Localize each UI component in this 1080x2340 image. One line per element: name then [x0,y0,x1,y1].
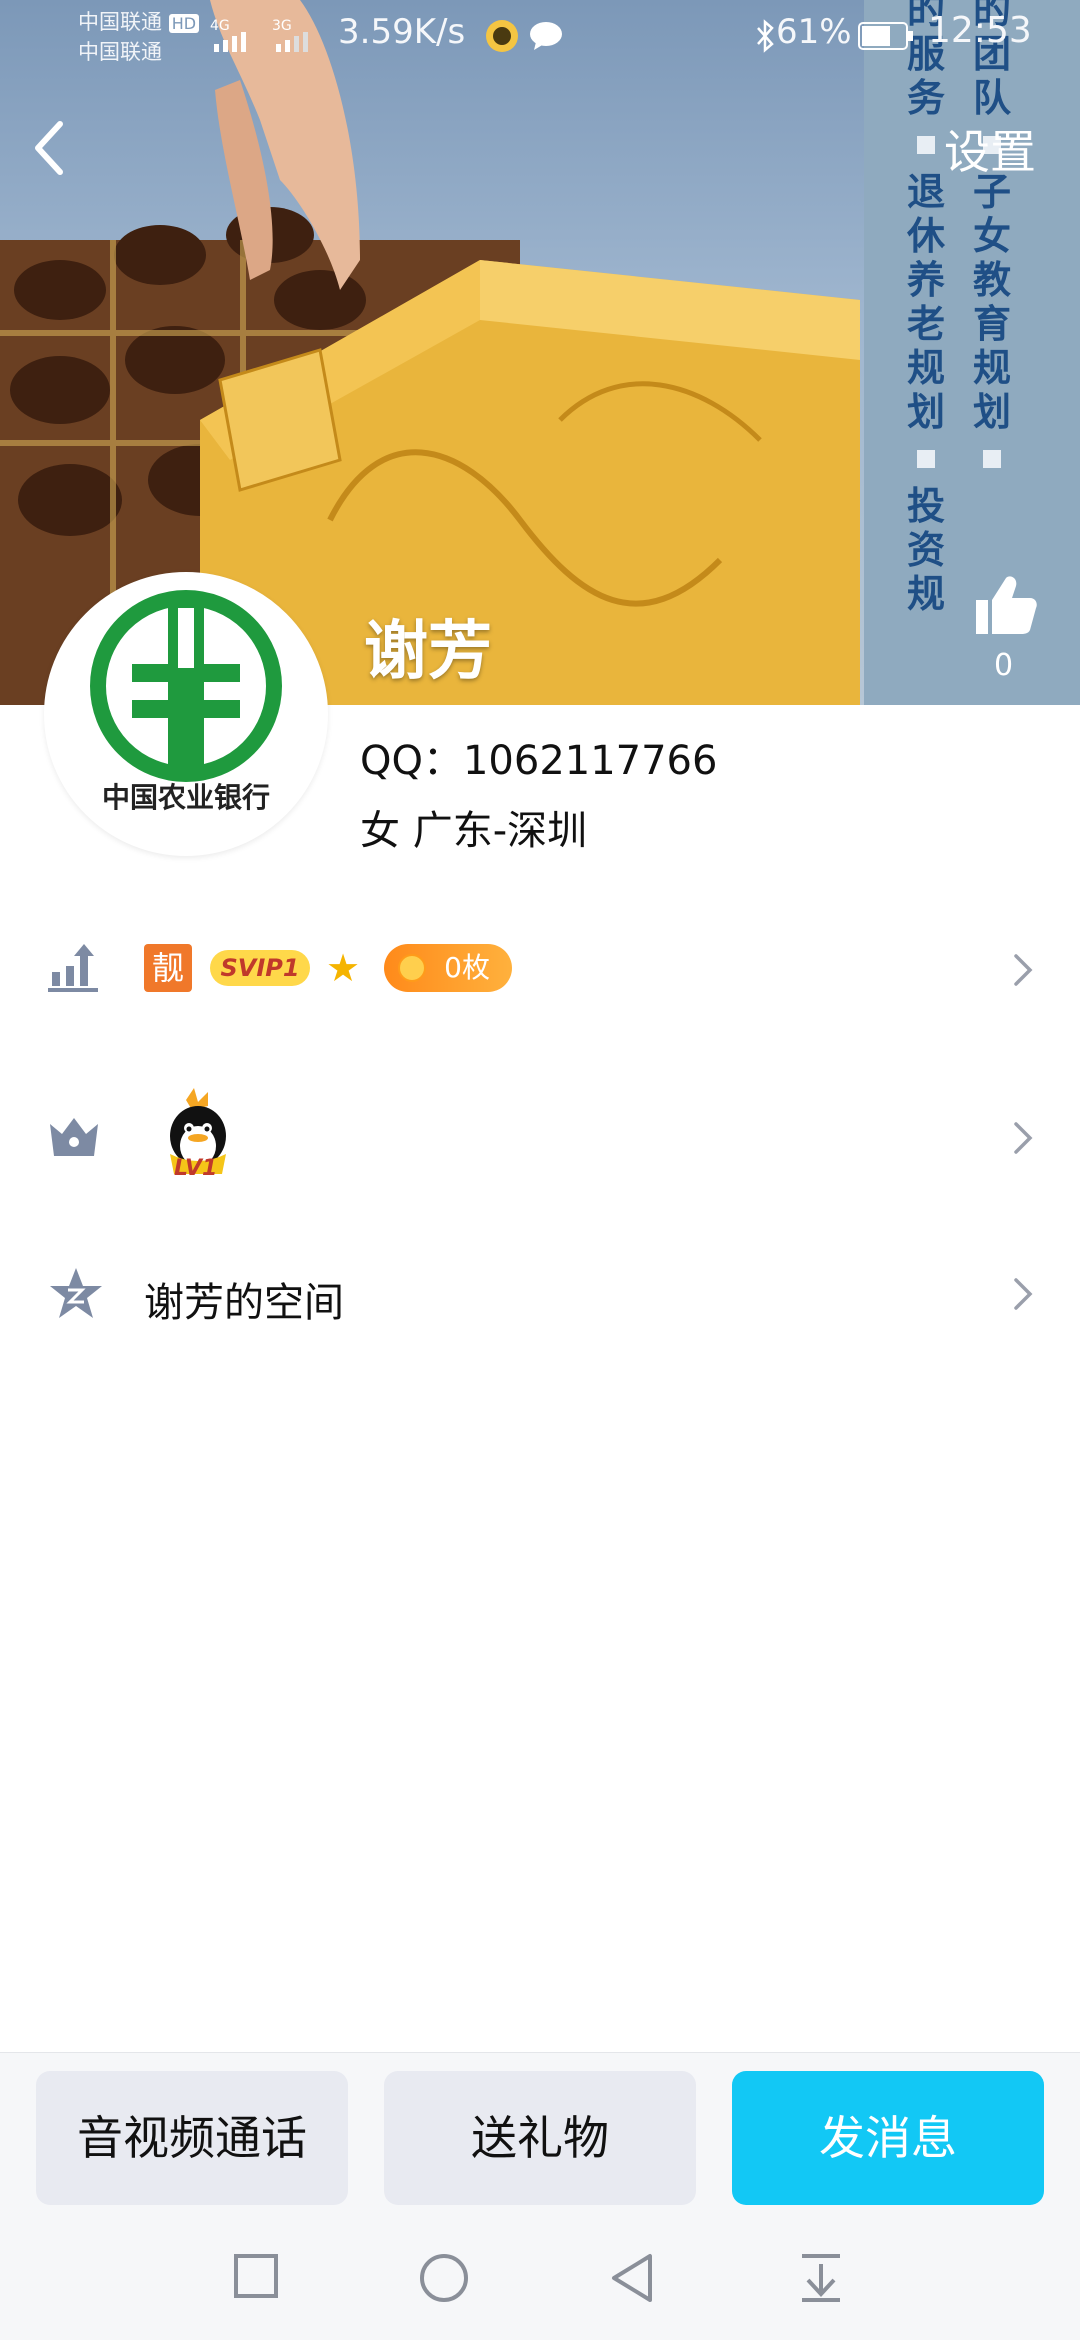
battery-percent: 61% [776,12,852,52]
qzone-label: 谢芳的空间 [144,1280,344,1326]
banner-column-1: 的服务 退休养老规划 投资规 [896,0,956,616]
status-bar: 中国联通 HD 中国联通 4G 3G 3.59K/s 61% 12:53 [0,0,1080,76]
profile-name: 谢芳 [364,615,492,689]
back-nav-icon[interactable] [608,2252,656,2304]
hd-badge: HD [168,14,200,33]
banner-bullet [917,450,935,468]
banner-bullet [983,450,1001,468]
signal-icon [276,32,308,52]
qq-number: QQ：1062117766 [360,738,718,784]
settings-button[interactable]: 设置 [944,116,1036,182]
banner-text-bottom: 子女教育规划 [972,169,1011,434]
carrier-labels: 中国联通 HD 中国联通 [78,8,200,66]
row-qzone[interactable]: 谢芳的空间 [0,1234,1080,1354]
send-gift-button[interactable]: 送礼物 [384,2071,696,2205]
svip-badge: SVIP1 [210,950,310,986]
system-nav-bar [0,2230,1080,2340]
network-speed: 3.59K/s [338,12,466,52]
coin-icon [398,954,426,982]
chevron-right-icon [1014,1278,1033,1310]
avatar[interactable]: 中国农业银行 [44,572,328,856]
row-vip-badges[interactable]: 靓 SVIP1 ★ 0枚 [0,908,1080,1028]
chevron-right-icon [1014,1122,1033,1154]
badge-group: 靓 SVIP1 ★ 0枚 [0,944,600,994]
gender-location: 女 广东-深圳 [360,808,588,854]
like-count: 0 [994,648,1014,683]
banner-text-bottom: 退休养老规划 [906,169,945,434]
qzone-star-icon [50,1268,102,1318]
carrier-2: 中国联通 [78,40,162,64]
clock: 12:53 [928,10,1032,51]
coin-badge: 0枚 [384,944,512,992]
bluetooth-icon [757,19,774,53]
liang-badge: 靓 [144,944,192,992]
banner-bullet [917,136,935,154]
battery-icon [858,22,913,50]
banner-text-tail: 投资规 [906,483,945,616]
chevron-left-icon[interactable] [30,118,70,178]
message-notification-icon [530,22,562,50]
avatar-caption: 中国农业银行 [101,781,270,814]
app-notification-icon [486,20,518,52]
chevron-right-icon [1014,954,1033,986]
recents-icon[interactable] [232,2252,280,2300]
send-message-button[interactable]: 发消息 [732,2071,1044,2205]
home-icon[interactable] [418,2252,470,2304]
row-qq-level[interactable]: LV1 [0,1076,1080,1196]
notification-pull-icon[interactable] [798,2252,844,2304]
action-bar: 音视频通话 送礼物 发消息 [0,2052,1080,2231]
crown-icon [50,1118,98,1156]
thumbs-up-icon[interactable] [970,570,1040,640]
video-call-button[interactable]: 音视频通话 [36,2071,348,2205]
signal-icon [214,32,246,52]
level-badge-text: LV1 [174,1156,218,1181]
star-icon: ★ [326,946,361,990]
coin-count: 0枚 [444,951,490,984]
carrier-1: 中国联通 [78,10,162,34]
